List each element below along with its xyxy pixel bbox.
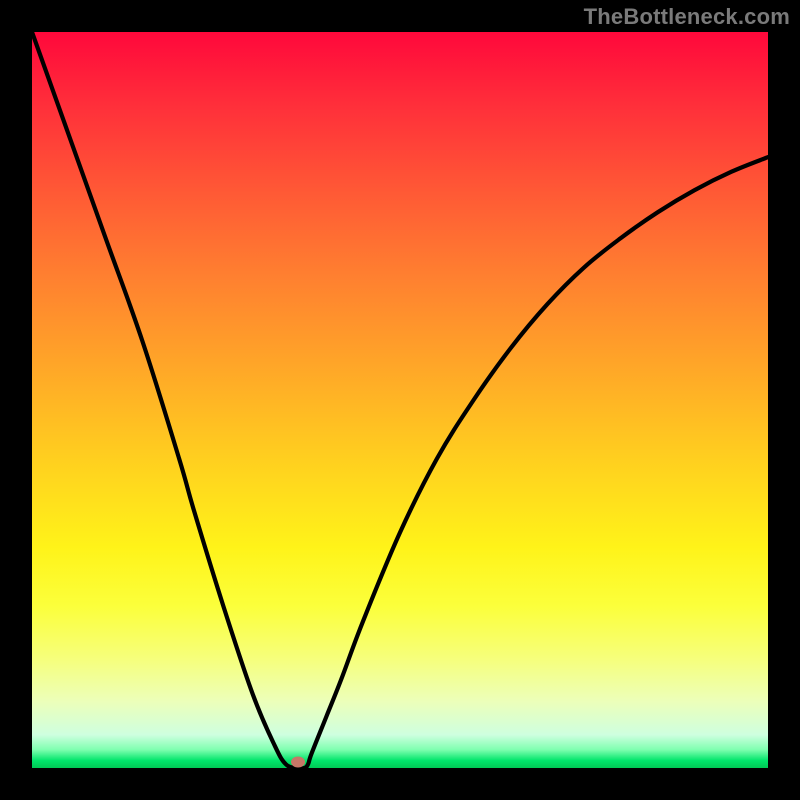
chart-frame: TheBottleneck.com — [0, 0, 800, 800]
optimal-point-marker — [291, 757, 305, 768]
plot-area — [32, 32, 768, 768]
watermark-text: TheBottleneck.com — [584, 4, 790, 30]
curve-svg — [32, 32, 768, 768]
bottleneck-curve — [32, 32, 768, 768]
